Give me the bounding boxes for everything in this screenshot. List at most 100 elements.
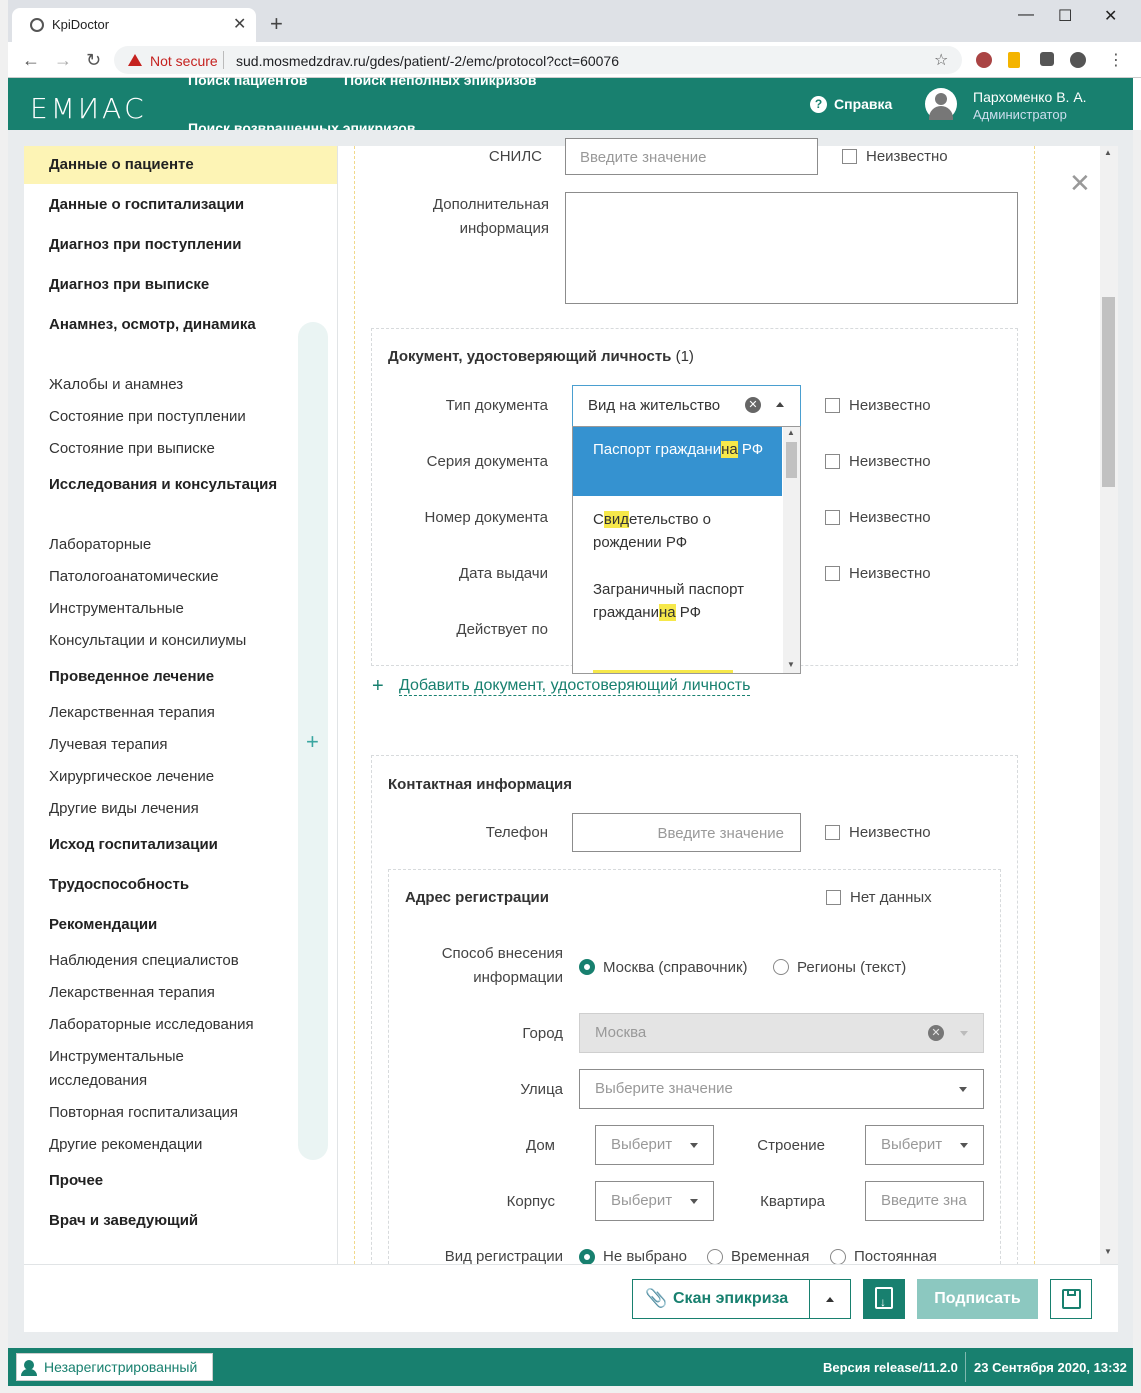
scan-options-button[interactable] — [810, 1279, 851, 1319]
sidebar-item[interactable]: Другие рекомендации — [49, 1133, 284, 1157]
snils-unknown-checkbox[interactable] — [842, 149, 857, 164]
clear-icon[interactable]: ✕ — [928, 1025, 944, 1041]
chevron-down-icon[interactable] — [959, 1087, 967, 1092]
sidebar-item[interactable]: Исход госпитализации — [49, 833, 284, 857]
city-select[interactable]: Москва — [579, 1013, 984, 1053]
chevron-down-icon[interactable] — [960, 1143, 968, 1148]
method-regions-radio[interactable] — [773, 959, 789, 975]
dropdown-option[interactable]: Паспорт гражданина РФ — [593, 438, 773, 461]
window-close-button[interactable]: ✕ — [1104, 6, 1117, 26]
sidebar-item[interactable]: Проведенное лечение — [49, 665, 284, 689]
street-select[interactable]: Выберите значение — [579, 1069, 984, 1109]
chevron-down-icon[interactable] — [690, 1143, 698, 1148]
plus-icon[interactable]: + — [372, 675, 384, 698]
user-icon-body — [21, 1369, 37, 1376]
maximize-button[interactable]: ☐ — [1058, 6, 1072, 26]
reg-type-perm-radio[interactable] — [830, 1249, 846, 1265]
reg-type-none-label[interactable]: Не выбрано — [603, 1248, 687, 1265]
phone-input[interactable]: Введите значение — [572, 813, 801, 852]
download-arrow-icon: ↓ — [880, 1295, 886, 1309]
browser-tab[interactable] — [12, 8, 256, 42]
dropdown-option[interactable]: Свидетельство о рождении РФ — [593, 508, 773, 554]
sidebar-item[interactable]: Исследования и консультация — [49, 473, 284, 497]
sidebar-item[interactable]: Жалобы и анамнез — [49, 373, 284, 397]
sidebar-item[interactable]: Инструментальные — [49, 597, 284, 621]
tab-close-icon[interactable]: ✕ — [233, 14, 246, 34]
doc-series-unknown-checkbox[interactable] — [825, 454, 840, 469]
reg-type-perm-label[interactable]: Постоянная — [854, 1248, 937, 1265]
korpus-label: Корпус — [506, 1193, 555, 1210]
method-moscow-radio[interactable] — [579, 959, 595, 975]
sidebar-item[interactable]: Лучевая терапия — [49, 733, 284, 757]
street-label: Улица — [520, 1081, 563, 1098]
scroll-up-icon[interactable]: ▲ — [1104, 148, 1112, 157]
sidebar-item[interactable]: Трудоспособность — [49, 873, 284, 897]
snils-input[interactable]: Введите значение — [565, 138, 818, 175]
sidebar-item[interactable]: Хирургическое лечение — [49, 765, 284, 789]
chevron-down-icon[interactable] — [960, 1031, 968, 1036]
help-icon[interactable]: ? — [810, 96, 827, 113]
no-data-checkbox[interactable] — [826, 890, 841, 905]
sidebar-item[interactable]: Патологоанатомические — [49, 565, 284, 589]
chevron-up-icon[interactable] — [776, 402, 784, 407]
method-regions-label[interactable]: Регионы (текст) — [797, 959, 906, 976]
dropdown-option[interactable]: Заграничный паспорт гражданина РФ — [593, 578, 753, 624]
sidebar-item[interactable]: Лекарственная терапия — [49, 981, 284, 1005]
sidebar-item[interactable]: Врач и заведующий — [49, 1209, 284, 1233]
sidebar-item[interactable]: Данные о госпитализации — [49, 193, 284, 217]
sidebar-item[interactable]: Другие виды лечения — [49, 797, 284, 821]
new-tab-button[interactable]: + — [270, 11, 283, 37]
download-button[interactable]: ↓ — [863, 1279, 905, 1319]
reg-type-temp-radio[interactable] — [707, 1249, 723, 1265]
reg-type-temp-label[interactable]: Временная — [731, 1248, 809, 1265]
minimize-button[interactable]: — — [1018, 6, 1034, 24]
save-button[interactable] — [1050, 1279, 1092, 1319]
reg-type-label: Вид регистрации — [444, 1248, 563, 1265]
close-icon[interactable]: ✕ — [1069, 168, 1091, 199]
apartment-input[interactable]: Введите зна — [865, 1181, 984, 1221]
scan-epicrisis-button[interactable]: 📎 Скан эпикриза — [632, 1279, 810, 1319]
plus-icon[interactable]: + — [306, 729, 319, 755]
help-link[interactable]: Справка — [834, 96, 892, 112]
sidebar-item[interactable]: Диагноз при выписке — [49, 273, 284, 297]
sign-button[interactable]: Подписать — [917, 1279, 1038, 1319]
phone-unknown-label: Неизвестно — [849, 824, 931, 841]
sidebar-item[interactable]: Прочее — [49, 1169, 284, 1193]
scroll-down-icon[interactable]: ▼ — [787, 660, 795, 669]
clear-icon[interactable]: ✕ — [745, 397, 761, 413]
sidebar-item[interactable]: Рекомендации — [49, 913, 284, 937]
reg-type-none-radio[interactable] — [579, 1249, 595, 1265]
chevron-down-icon[interactable] — [690, 1199, 698, 1204]
house-label: Дом — [526, 1137, 555, 1154]
sidebar-item[interactable]: Данные о пациенте — [49, 153, 284, 177]
screen-edge — [1133, 130, 1141, 1393]
sidebar-item[interactable]: Диагноз при поступлении — [49, 233, 284, 257]
version-label: Версия release/11.2.0 — [823, 1360, 958, 1375]
scroll-up-icon[interactable]: ▲ — [787, 428, 795, 437]
doc-number-unknown-checkbox[interactable] — [825, 510, 840, 525]
dropdown-option-partial — [593, 670, 733, 673]
sidebar-item[interactable]: Лекарственная терапия — [49, 701, 284, 725]
add-id-document-link[interactable]: Добавить документ, удостоверяющий личнос… — [399, 677, 751, 696]
sidebar-item[interactable]: Повторная госпитализация — [49, 1101, 284, 1125]
sidebar-item[interactable]: Лабораторные — [49, 533, 284, 557]
sidebar-item[interactable]: Лабораторные исследования — [49, 1013, 284, 1037]
sidebar-item[interactable]: Инструментальные исследования — [49, 1045, 284, 1093]
screen-edge — [0, 1386, 1141, 1393]
dropdown-scroll-thumb[interactable] — [786, 442, 797, 478]
sidebar-item[interactable]: Состояние при поступлении — [49, 405, 284, 429]
sidebar-item[interactable]: Состояние при выписке — [49, 437, 284, 461]
sidebar-item[interactable]: Наблюдения специалистов — [49, 949, 284, 973]
main-scroll-thumb[interactable] — [1102, 297, 1115, 487]
sidebar-item[interactable]: Анамнез, осмотр, динамика — [49, 313, 284, 337]
sidebar-item[interactable]: Консультации и консилиумы — [49, 629, 284, 653]
scroll-down-icon[interactable]: ▼ — [1104, 1247, 1112, 1256]
doc-type-unknown-checkbox[interactable] — [825, 398, 840, 413]
contact-title: Контактная информация — [388, 776, 573, 793]
issue-date-unknown-checkbox[interactable] — [825, 566, 840, 581]
form-border — [1034, 146, 1035, 1264]
phone-unknown-checkbox[interactable] — [825, 825, 840, 840]
user-name[interactable]: Пархоменко В. А. — [973, 89, 1087, 105]
additional-info-textarea[interactable] — [565, 192, 1018, 304]
method-moscow-label[interactable]: Москва (справочник) — [603, 959, 748, 976]
